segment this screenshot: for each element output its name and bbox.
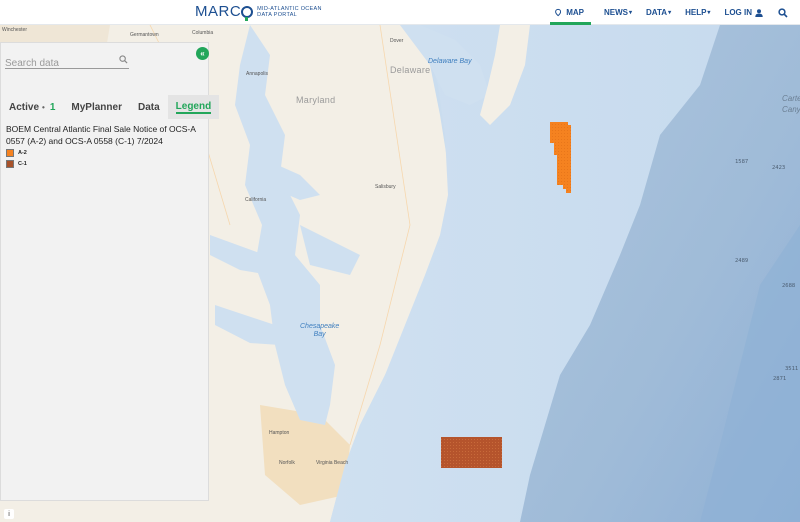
legend-layer-title: BOEM Central Atlantic Final Sale Notice … <box>6 124 196 146</box>
caret-down-icon: ▾ <box>668 10 672 16</box>
main-nav: MAP NEWS ▾ DATA ▾ HELP ▾ LOG IN <box>550 0 800 25</box>
map-pin-icon <box>555 8 562 17</box>
nav-login-label: LOG IN <box>724 8 752 17</box>
tab-active[interactable]: Active • 1 <box>1 95 63 119</box>
nav-news[interactable]: NEWS ▾ <box>597 0 639 25</box>
map-label-annapolis: Annapolis <box>246 71 268 77</box>
legend-label-a-2: A-2 <box>18 150 27 156</box>
tab-myplanner-label: MyPlanner <box>71 101 122 113</box>
map-label-dover: Dover <box>390 38 404 44</box>
map-label-virginia-beach: Virginia Beach <box>316 460 349 466</box>
map-label-carteret-canyon: Carte Canyo <box>782 93 800 115</box>
logo-subtitle-line1: Mid-Atlantic Ocean <box>257 5 322 12</box>
nav-search-button[interactable] <box>770 0 800 25</box>
map-label-hampton: Hampton <box>269 430 290 436</box>
tab-data[interactable]: Data <box>130 95 168 119</box>
nav-help-label: HELP <box>685 8 707 17</box>
map-attribution-info-button[interactable]: i <box>4 509 14 519</box>
map-label-delaware-bay: Delaware Bay <box>428 58 472 65</box>
lease-area-c-1[interactable] <box>441 437 502 468</box>
search-input[interactable] <box>5 56 115 71</box>
map-label-chesapeake-line1: Chesapeake <box>300 323 340 330</box>
map-label-chesapeake-bay: Chesapeake Bay <box>300 323 339 339</box>
map-label-california: California <box>245 197 267 203</box>
search-field <box>5 53 129 71</box>
map-label-winchester: Winchester <box>2 27 28 33</box>
tab-legend[interactable]: Legend <box>167 95 220 119</box>
map-label-delaware: Delaware <box>390 65 431 75</box>
active-count-badge: 1 <box>49 101 56 113</box>
nav-login[interactable]: LOG IN <box>717 0 770 25</box>
map-label-maryland: Maryland <box>296 95 336 105</box>
info-icon: i <box>8 510 10 518</box>
marco-logo[interactable]: MARC Mid-Atlantic Ocean Data Portal <box>195 3 322 21</box>
search-icon[interactable] <box>119 55 128 64</box>
nav-map[interactable]: MAP <box>550 0 592 25</box>
legend-swatch-c-1 <box>6 160 14 168</box>
depth-label-2489: 2489 <box>735 258 749 264</box>
map-label-carteret-line1: Carte <box>782 94 800 103</box>
caret-down-icon: ▾ <box>707 10 711 16</box>
double-chevron-left-icon: « <box>200 48 205 58</box>
depth-label-2423: 2423 <box>772 165 786 171</box>
legend-panel: BOEM Central Atlantic Final Sale Notice … <box>6 124 204 169</box>
nav-data[interactable]: DATA ▾ <box>639 0 678 25</box>
depth-label-2871: 2871 <box>773 376 787 382</box>
nav-map-label: MAP <box>566 8 585 17</box>
map-label-salisbury: Salisbury <box>375 184 396 190</box>
map-label-chesapeake-line2: Bay <box>313 331 326 338</box>
map-label-columbia: Columbia <box>192 30 214 36</box>
tab-active-separator: • <box>42 102 45 112</box>
map-label-norfolk: Norfolk <box>279 460 295 466</box>
legend-item-a-2: A-2 <box>6 148 204 158</box>
depth-label-1587: 1587 <box>735 159 749 165</box>
sidebar-panel: « Active • 1 MyPlanner Data Legend BOEM … <box>0 42 220 501</box>
top-header: MARC Mid-Atlantic Ocean Data Portal MAP … <box>0 0 800 25</box>
logo-subtitle-line2: Data Portal <box>257 11 298 18</box>
nav-help[interactable]: HELP ▾ <box>678 0 717 25</box>
user-icon <box>755 8 763 17</box>
tab-active-label: Active <box>9 101 40 113</box>
legend-item-c-1: C-1 <box>6 159 204 169</box>
tab-myplanner[interactable]: MyPlanner <box>63 95 130 119</box>
legend-label-c-1: C-1 <box>18 161 27 167</box>
depth-label-3511: 3511 <box>785 366 799 372</box>
tab-legend-label: Legend <box>175 100 212 114</box>
caret-down-icon: ▾ <box>629 10 633 16</box>
search-icon <box>778 7 788 18</box>
logo-text: MARC <box>195 3 242 20</box>
map-label-carteret-line2: Canyo <box>782 105 800 114</box>
tab-data-label: Data <box>137 101 160 113</box>
sidebar-tabs: Active • 1 MyPlanner Data Legend <box>1 95 220 119</box>
logo-subtitle: Mid-Atlantic Ocean Data Portal <box>257 6 322 18</box>
legend-swatch-a-2 <box>6 149 14 157</box>
map-label-germantown: Germantown <box>130 32 159 38</box>
nav-data-label: DATA <box>646 8 668 17</box>
depth-label-2688: 2688 <box>782 283 796 289</box>
logo-pin-o-icon <box>241 5 254 21</box>
collapse-sidebar-button[interactable]: « <box>196 47 209 60</box>
nav-news-label: NEWS <box>604 8 629 17</box>
